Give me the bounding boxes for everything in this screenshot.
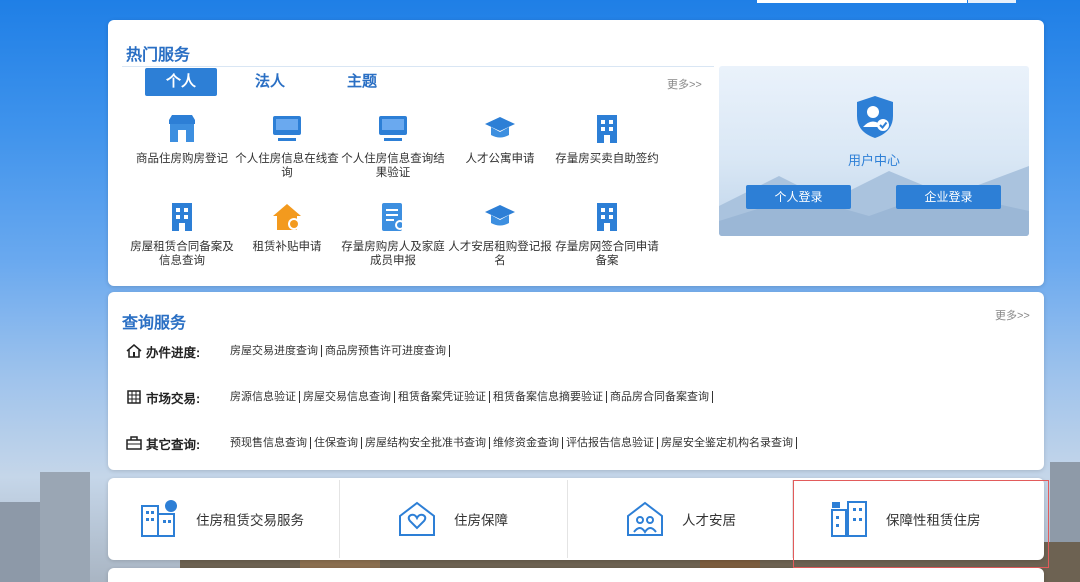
- service-item[interactable]: 租赁补贴申请: [231, 200, 343, 254]
- home-icon: [126, 344, 142, 358]
- query-row-label: 市场交易:: [146, 391, 201, 406]
- tab-topic[interactable]: 主题: [330, 68, 394, 96]
- tab-divider: [122, 66, 714, 67]
- query-row-market: 市场交易: 房源信息验证 房屋交易信息查询 租赁备案凭证验证 租赁备案信息摘要验…: [126, 388, 716, 406]
- service-item[interactable]: 存量房网签合同申请备案: [551, 200, 663, 268]
- monitor-icon: [379, 116, 407, 141]
- query-link[interactable]: 维修资金查询: [493, 437, 563, 449]
- graduation-cap-icon: [485, 205, 515, 226]
- service-label: 租赁补贴申请: [252, 241, 322, 253]
- query-row-label: 其它查询:: [146, 437, 201, 452]
- hot-services-title: 热门服务: [126, 47, 191, 64]
- query-link[interactable]: 评估报告信息验证: [566, 437, 658, 449]
- service-label: 存量房网签合同申请备案: [555, 241, 659, 267]
- query-services-card: 查询服务 更多>> 办件进度: 房屋交易进度查询 商品房预售许可进度查询 市场交…: [108, 292, 1044, 470]
- personal-login-button[interactable]: 个人登录: [746, 185, 851, 209]
- query-more-link[interactable]: 更多>>: [995, 307, 1030, 323]
- quick-entry-housing-security[interactable]: 住房保障: [396, 478, 508, 560]
- query-link[interactable]: 预现售信息查询: [230, 437, 311, 449]
- quick-entry-talent-housing[interactable]: 人才安居: [624, 478, 736, 560]
- service-label: 存量房购房人及家庭成员申报: [341, 241, 445, 267]
- quick-entry-label: 住房保障: [454, 513, 508, 528]
- query-link[interactable]: 房屋交易信息查询: [303, 391, 395, 403]
- service-label: 存量房买卖自助签约: [555, 153, 659, 165]
- house-heart-icon: [399, 501, 435, 536]
- query-row-progress: 办件进度: 房屋交易进度查询 商品房预售许可进度查询: [126, 342, 453, 360]
- service-item[interactable]: 个人住房信息在线查询: [231, 112, 343, 180]
- quick-entry-label: 住房租赁交易服务: [196, 513, 304, 528]
- building-grid-icon: [127, 390, 141, 404]
- user-shield-icon: [857, 96, 893, 138]
- hot-services-card: 热门服务 个人 法人 主题 更多>> 商品住房购房登记 个人住房信息在线查询 个…: [108, 20, 1044, 286]
- query-row-other: 其它查询: 预现售信息查询 住保查询 房屋结构安全批准书查询 维修资金查询 评估…: [126, 434, 800, 452]
- query-link[interactable]: 房屋安全鉴定机构名录查询: [661, 437, 797, 449]
- query-link[interactable]: 商品房合同备案查询: [610, 391, 713, 403]
- next-section-card: [108, 568, 1044, 582]
- briefcase-icon: [126, 436, 142, 450]
- service-item[interactable]: 人才公寓申请: [444, 112, 556, 166]
- service-item[interactable]: 个人住房信息查询结果验证: [337, 112, 449, 180]
- query-link[interactable]: 房屋结构安全批准书查询: [365, 437, 490, 449]
- building-icon: [597, 115, 617, 143]
- quick-entry-label: 人才安居: [682, 513, 736, 528]
- user-center-panel: 用户中心 个人登录 企业登录: [719, 66, 1029, 236]
- user-center-title: 用户中心: [847, 153, 900, 168]
- query-row-label: 办件进度:: [146, 345, 201, 360]
- query-link[interactable]: 房源信息验证: [230, 391, 300, 403]
- service-label: 人才公寓申请: [465, 153, 535, 165]
- building-icon: [597, 203, 617, 231]
- service-item[interactable]: 人才安居租购登记报名: [444, 200, 556, 268]
- tab-legal-person[interactable]: 法人: [238, 68, 302, 96]
- monitor-icon: [273, 116, 301, 141]
- service-label: 人才安居租购登记报名: [448, 241, 552, 267]
- divider: [567, 480, 568, 558]
- top-search-button[interactable]: [968, 0, 1016, 3]
- query-link[interactable]: 租赁备案凭证验证: [398, 391, 490, 403]
- service-item[interactable]: 商品住房购房登记: [126, 112, 238, 166]
- building-icon: [172, 203, 192, 231]
- quick-entry-rental-service[interactable]: 住房租赁交易服务: [138, 478, 304, 560]
- query-link[interactable]: 房屋交易进度查询: [230, 345, 322, 357]
- divider: [339, 480, 340, 558]
- store-icon: [169, 115, 195, 142]
- selection-highlight-box: [793, 480, 1049, 568]
- house-people-icon: [627, 501, 663, 536]
- top-search-input[interactable]: [757, 0, 967, 3]
- company-login-button[interactable]: 企业登录: [896, 185, 1001, 209]
- query-services-title: 查询服务: [122, 315, 187, 332]
- service-label: 个人住房信息查询结果验证: [341, 153, 445, 179]
- query-link[interactable]: 住保查询: [314, 437, 362, 449]
- service-item[interactable]: 房屋租赁合同备案及信息查询: [126, 200, 238, 268]
- service-item[interactable]: 存量房购房人及家庭成员申报: [337, 200, 449, 268]
- service-item[interactable]: 存量房买卖自助签约: [551, 112, 663, 166]
- hot-more-link[interactable]: 更多>>: [667, 76, 702, 92]
- document-search-icon: [382, 203, 405, 231]
- rental-building-icon: [141, 500, 177, 537]
- service-label: 个人住房信息在线查询: [235, 153, 339, 179]
- house-coin-icon: [273, 204, 301, 230]
- tab-personal[interactable]: 个人: [145, 68, 217, 96]
- query-link[interactable]: 租赁备案信息摘要验证: [493, 391, 607, 403]
- query-link[interactable]: 商品房预售许可进度查询: [325, 345, 450, 357]
- service-label: 商品住房购房登记: [136, 153, 228, 165]
- service-label: 房屋租赁合同备案及信息查询: [130, 241, 234, 267]
- graduation-cap-icon: [485, 117, 515, 138]
